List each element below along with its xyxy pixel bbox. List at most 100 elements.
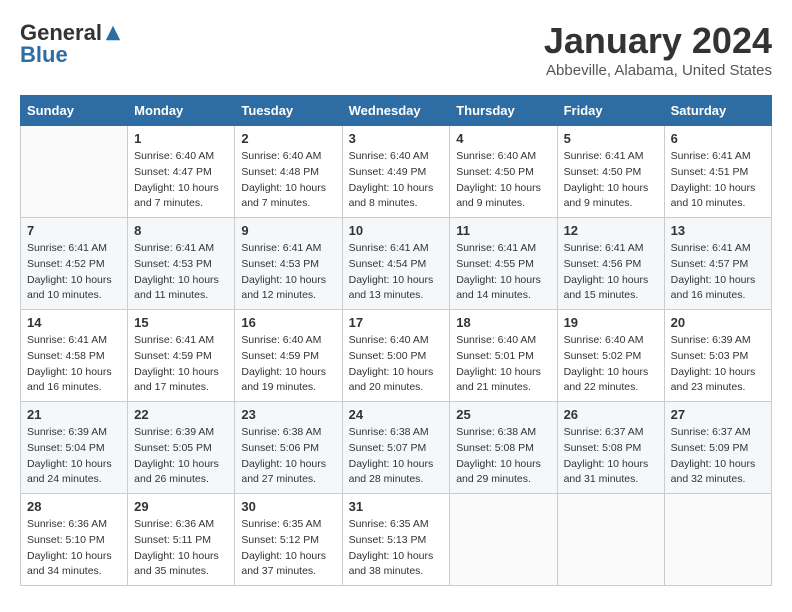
day-info: Sunrise: 6:36 AMSunset: 5:10 PMDaylight:… bbox=[27, 517, 121, 580]
day-number: 6 bbox=[671, 131, 765, 146]
calendar-week-row: 28 Sunrise: 6:36 AMSunset: 5:10 PMDayligh… bbox=[21, 494, 772, 586]
day-info: Sunrise: 6:40 AMSunset: 4:49 PMDaylight:… bbox=[349, 149, 444, 212]
calendar-cell: 22 Sunrise: 6:39 AMSunset: 5:05 PMDayligh… bbox=[128, 402, 235, 494]
calendar-cell bbox=[21, 126, 128, 218]
calendar-cell: 25Sunrise: 6:38 AMSunset: 5:08 PMDayligh… bbox=[450, 402, 557, 494]
col-header-friday: Friday bbox=[557, 96, 664, 126]
calendar-cell: 12 Sunrise: 6:41 AMSunset: 4:56 PMDayligh… bbox=[557, 218, 664, 310]
day-number: 11 bbox=[456, 223, 550, 238]
calendar-cell: 27 Sunrise: 6:37 AMSunset: 5:09 PMDayligh… bbox=[664, 402, 771, 494]
calendar-cell: 23Sunrise: 6:38 AMSunset: 5:06 PMDayligh… bbox=[235, 402, 342, 494]
calendar-header-row: SundayMondayTuesdayWednesdayThursdayFrid… bbox=[21, 96, 772, 126]
day-number: 12 bbox=[564, 223, 658, 238]
calendar-cell: 6Sunrise: 6:41 AMSunset: 4:51 PMDaylight… bbox=[664, 126, 771, 218]
day-info: Sunrise: 6:38 AMSunset: 5:07 PMDaylight:… bbox=[349, 425, 444, 488]
day-info: Sunrise: 6:41 AMSunset: 4:57 PMDaylight:… bbox=[671, 241, 765, 304]
day-info: Sunrise: 6:37 AMSunset: 5:09 PMDaylight:… bbox=[671, 425, 765, 488]
page-header: General Blue January 2024 Abbeville, Ala… bbox=[20, 20, 772, 79]
day-number: 16 bbox=[241, 315, 335, 330]
calendar-cell: 14 Sunrise: 6:41 AMSunset: 4:58 PMDayligh… bbox=[21, 310, 128, 402]
col-header-thursday: Thursday bbox=[450, 96, 557, 126]
day-info: Sunrise: 6:41 AMSunset: 4:52 PMDaylight:… bbox=[27, 241, 121, 304]
col-header-saturday: Saturday bbox=[664, 96, 771, 126]
day-number: 4 bbox=[456, 131, 550, 146]
calendar-cell: 10 Sunrise: 6:41 AMSunset: 4:54 PMDayligh… bbox=[342, 218, 450, 310]
logo-icon bbox=[104, 24, 122, 42]
calendar-cell: 20 Sunrise: 6:39 AMSunset: 5:03 PMDayligh… bbox=[664, 310, 771, 402]
calendar-cell: 11 Sunrise: 6:41 AMSunset: 4:55 PMDayligh… bbox=[450, 218, 557, 310]
calendar-week-row: 21 Sunrise: 6:39 AMSunset: 5:04 PMDayligh… bbox=[21, 402, 772, 494]
calendar-cell: 3Sunrise: 6:40 AMSunset: 4:49 PMDaylight… bbox=[342, 126, 450, 218]
day-number: 19 bbox=[564, 315, 658, 330]
calendar-week-row: 7 Sunrise: 6:41 AMSunset: 4:52 PMDaylight… bbox=[21, 218, 772, 310]
calendar-cell: 28 Sunrise: 6:36 AMSunset: 5:10 PMDayligh… bbox=[21, 494, 128, 586]
day-number: 29 bbox=[134, 499, 228, 514]
day-number: 9 bbox=[241, 223, 335, 238]
day-number: 7 bbox=[27, 223, 121, 238]
day-number: 27 bbox=[671, 407, 765, 422]
day-number: 10 bbox=[349, 223, 444, 238]
day-number: 14 bbox=[27, 315, 121, 330]
day-number: 22 bbox=[134, 407, 228, 422]
calendar-cell: 17 Sunrise: 6:40 AMSunset: 5:00 PMDayligh… bbox=[342, 310, 450, 402]
day-info: Sunrise: 6:39 AMSunset: 5:03 PMDaylight:… bbox=[671, 333, 765, 396]
day-number: 24 bbox=[349, 407, 444, 422]
calendar-cell: 31 Sunrise: 6:35 AMSunset: 5:13 PMDayligh… bbox=[342, 494, 450, 586]
day-number: 17 bbox=[349, 315, 444, 330]
day-info: Sunrise: 6:38 AMSunset: 5:08 PMDaylight:… bbox=[456, 425, 550, 488]
calendar-cell: 15 Sunrise: 6:41 AMSunset: 4:59 PMDayligh… bbox=[128, 310, 235, 402]
calendar-cell: 24 Sunrise: 6:38 AMSunset: 5:07 PMDayligh… bbox=[342, 402, 450, 494]
calendar-week-row: 1Sunrise: 6:40 AMSunset: 4:47 PMDaylight… bbox=[21, 126, 772, 218]
calendar-cell: 26 Sunrise: 6:37 AMSunset: 5:08 PMDayligh… bbox=[557, 402, 664, 494]
calendar-cell bbox=[450, 494, 557, 586]
calendar-cell: 1Sunrise: 6:40 AMSunset: 4:47 PMDaylight… bbox=[128, 126, 235, 218]
day-info: Sunrise: 6:41 AMSunset: 4:55 PMDaylight:… bbox=[456, 241, 550, 304]
logo-blue-text: Blue bbox=[20, 42, 68, 68]
calendar-cell: 30 Sunrise: 6:35 AMSunset: 5:12 PMDayligh… bbox=[235, 494, 342, 586]
day-info: Sunrise: 6:35 AMSunset: 5:13 PMDaylight:… bbox=[349, 517, 444, 580]
day-info: Sunrise: 6:40 AMSunset: 4:50 PMDaylight:… bbox=[456, 149, 550, 212]
day-info: Sunrise: 6:38 AMSunset: 5:06 PMDaylight:… bbox=[241, 425, 335, 488]
col-header-wednesday: Wednesday bbox=[342, 96, 450, 126]
calendar-cell: 29 Sunrise: 6:36 AMSunset: 5:11 PMDayligh… bbox=[128, 494, 235, 586]
day-info: Sunrise: 6:41 AMSunset: 4:53 PMDaylight:… bbox=[241, 241, 335, 304]
day-number: 2 bbox=[241, 131, 335, 146]
calendar-cell: 18 Sunrise: 6:40 AMSunset: 5:01 PMDayligh… bbox=[450, 310, 557, 402]
day-number: 5 bbox=[564, 131, 658, 146]
calendar-cell: 7 Sunrise: 6:41 AMSunset: 4:52 PMDaylight… bbox=[21, 218, 128, 310]
day-info: Sunrise: 6:41 AMSunset: 4:56 PMDaylight:… bbox=[564, 241, 658, 304]
calendar-week-row: 14 Sunrise: 6:41 AMSunset: 4:58 PMDayligh… bbox=[21, 310, 772, 402]
day-number: 20 bbox=[671, 315, 765, 330]
calendar-cell: 8Sunrise: 6:41 AMSunset: 4:53 PMDaylight… bbox=[128, 218, 235, 310]
day-number: 8 bbox=[134, 223, 228, 238]
day-number: 31 bbox=[349, 499, 444, 514]
col-header-monday: Monday bbox=[128, 96, 235, 126]
day-number: 15 bbox=[134, 315, 228, 330]
day-number: 18 bbox=[456, 315, 550, 330]
col-header-tuesday: Tuesday bbox=[235, 96, 342, 126]
calendar-cell bbox=[557, 494, 664, 586]
day-info: Sunrise: 6:40 AMSunset: 5:01 PMDaylight:… bbox=[456, 333, 550, 396]
day-number: 1 bbox=[134, 131, 228, 146]
day-info: Sunrise: 6:40 AMSunset: 5:00 PMDaylight:… bbox=[349, 333, 444, 396]
day-info: Sunrise: 6:36 AMSunset: 5:11 PMDaylight:… bbox=[134, 517, 228, 580]
day-number: 28 bbox=[27, 499, 121, 514]
day-info: Sunrise: 6:39 AMSunset: 5:04 PMDaylight:… bbox=[27, 425, 121, 488]
day-number: 26 bbox=[564, 407, 658, 422]
day-number: 21 bbox=[27, 407, 121, 422]
day-info: Sunrise: 6:41 AMSunset: 4:59 PMDaylight:… bbox=[134, 333, 228, 396]
day-info: Sunrise: 6:35 AMSunset: 5:12 PMDaylight:… bbox=[241, 517, 335, 580]
col-header-sunday: Sunday bbox=[21, 96, 128, 126]
day-info: Sunrise: 6:39 AMSunset: 5:05 PMDaylight:… bbox=[134, 425, 228, 488]
day-info: Sunrise: 6:41 AMSunset: 4:50 PMDaylight:… bbox=[564, 149, 658, 212]
day-info: Sunrise: 6:41 AMSunset: 4:54 PMDaylight:… bbox=[349, 241, 444, 304]
calendar-cell: 13 Sunrise: 6:41 AMSunset: 4:57 PMDayligh… bbox=[664, 218, 771, 310]
day-info: Sunrise: 6:40 AMSunset: 4:59 PMDaylight:… bbox=[241, 333, 335, 396]
day-number: 30 bbox=[241, 499, 335, 514]
day-number: 13 bbox=[671, 223, 765, 238]
location: Abbeville, Alabama, United States bbox=[544, 62, 772, 79]
logo: General Blue bbox=[20, 20, 122, 68]
day-info: Sunrise: 6:41 AMSunset: 4:58 PMDaylight:… bbox=[27, 333, 121, 396]
day-info: Sunrise: 6:37 AMSunset: 5:08 PMDaylight:… bbox=[564, 425, 658, 488]
calendar-body: 1Sunrise: 6:40 AMSunset: 4:47 PMDaylight… bbox=[21, 126, 772, 586]
